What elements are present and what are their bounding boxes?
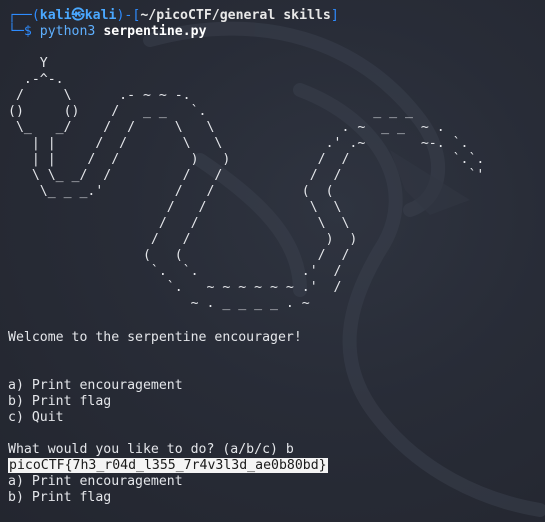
prompt-user-host: kali㉿kali xyxy=(39,8,117,23)
menu2-option-b: b) Print flag xyxy=(8,490,112,505)
input-prompt: What would you like to do? (a/b/c) b xyxy=(8,442,294,457)
menu-option-c: c) Quit xyxy=(8,410,64,425)
prompt-corner: ┌──( xyxy=(8,8,40,23)
prompt-symbol: $ xyxy=(23,24,32,39)
prompt-line: ┌──(kali㉿kali)-[~/picoCTF/general skills… xyxy=(8,8,339,24)
prompt-path: ~/picoCTF/general skills xyxy=(140,8,331,23)
command-binary: python3 xyxy=(39,24,96,39)
prompt-separator: )-[ xyxy=(116,8,141,23)
command-line: └─$ python3 serpentine.py xyxy=(8,24,207,40)
serpentine-ascii-art: Y .-^-. / \ .- ~ ~ -. () () / _ _ `. _ _… xyxy=(8,56,485,311)
flag-output[interactable]: picoCTF{7h3_r04d_l355_7r4v3l3d_ae0b80bd} xyxy=(8,458,328,474)
welcome-text: Welcome to the serpentine encourager! xyxy=(8,330,302,345)
menu-option-a: a) Print encouragement xyxy=(8,378,183,393)
command-argument: serpentine.py xyxy=(103,24,207,39)
prompt-corner-bottom: └─ xyxy=(8,24,24,39)
menu-option-b: b) Print flag xyxy=(8,394,112,409)
terminal-window[interactable]: ┌──(kali㉿kali)-[~/picoCTF/general skills… xyxy=(0,0,545,522)
prompt-path-end: ] xyxy=(330,8,339,23)
flag-text[interactable]: picoCTF{7h3_r04d_l355_7r4v3l3d_ae0b80bd} xyxy=(8,458,328,473)
menu2-option-a: a) Print encouragement xyxy=(8,474,183,489)
